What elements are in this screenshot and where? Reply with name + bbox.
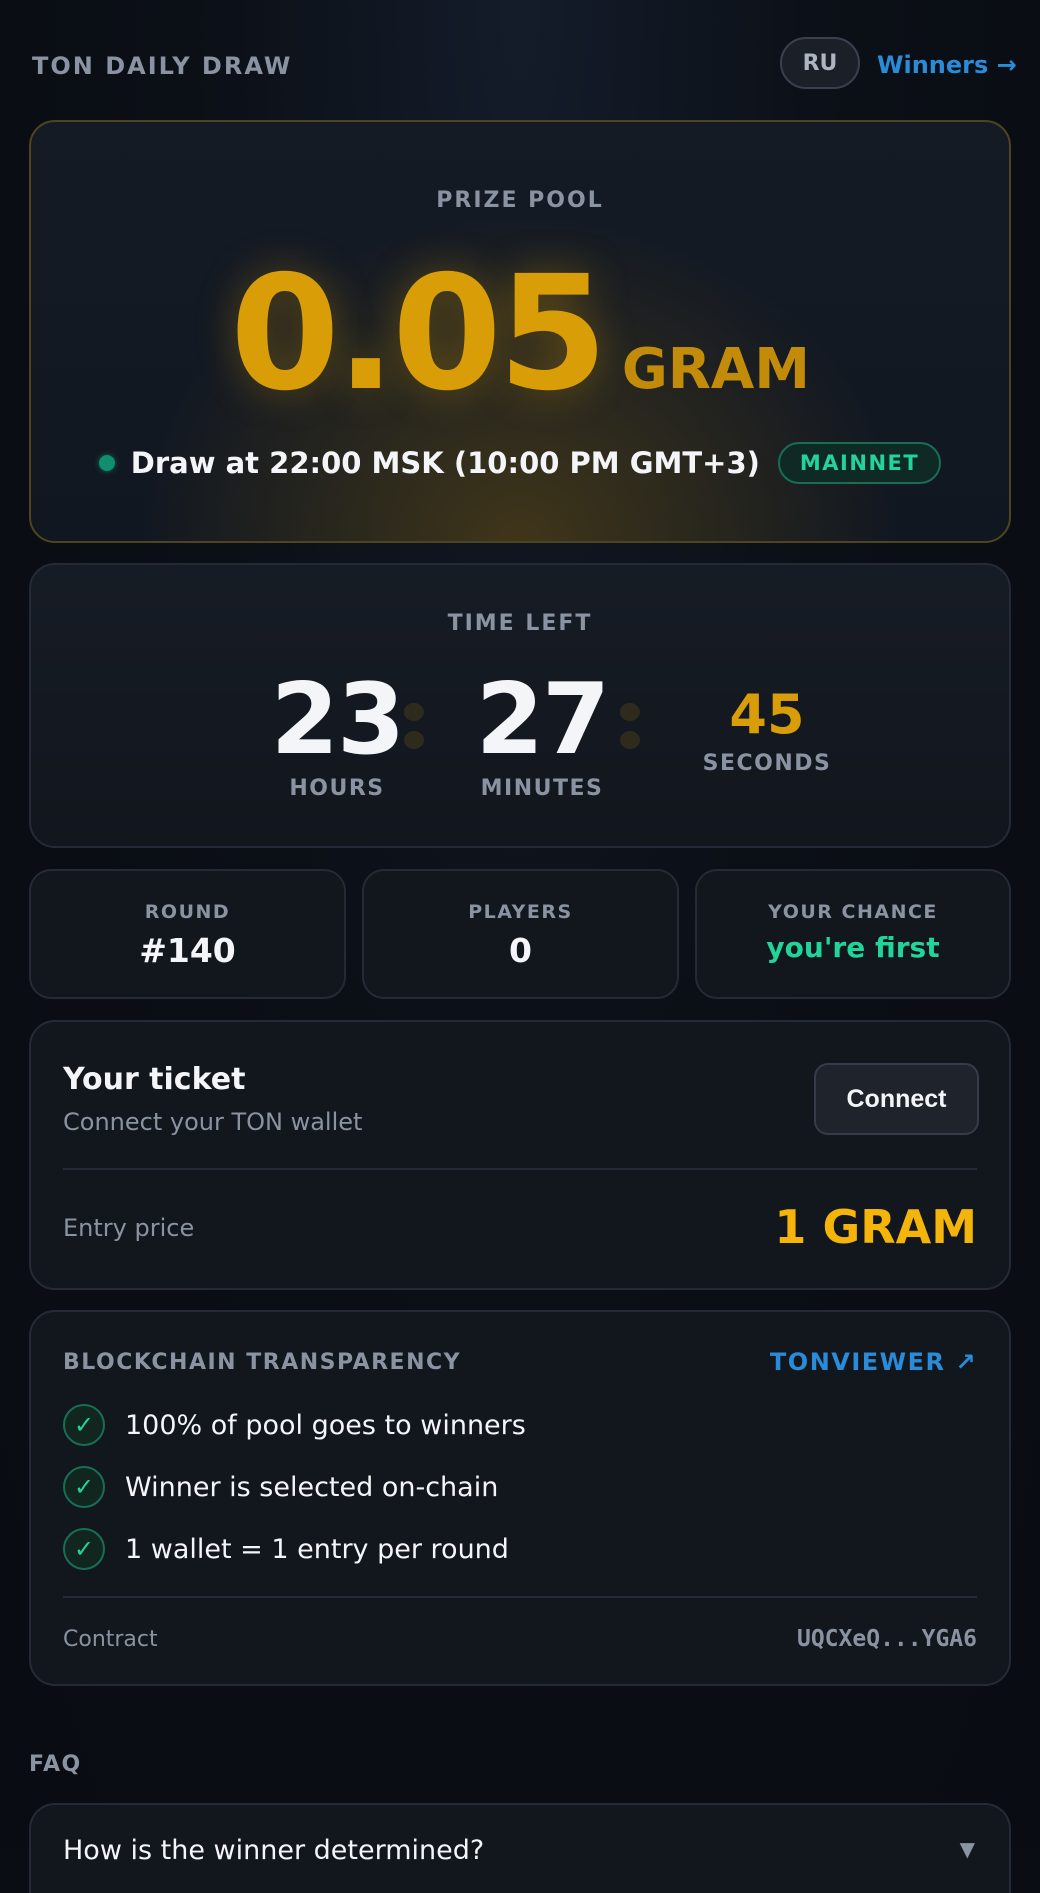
time-separator bbox=[620, 703, 640, 759]
players-value: 0 bbox=[509, 931, 532, 970]
round-value: #140 bbox=[139, 931, 236, 970]
minutes-label: MINUTES bbox=[480, 776, 604, 801]
players-label: PLAYERS bbox=[468, 901, 573, 923]
chance-label: YOUR CHANCE bbox=[768, 901, 938, 923]
app-title: TON DAILY DRAW bbox=[32, 52, 293, 80]
faq-item[interactable]: How is the winner determined? ▼ bbox=[29, 1803, 1011, 1893]
round-label: ROUND bbox=[144, 901, 231, 923]
feature-text: 100% of pool goes to winners bbox=[125, 1409, 526, 1441]
check-icon: ✓ bbox=[63, 1528, 105, 1570]
entry-price-label: Entry price bbox=[63, 1214, 195, 1242]
tonviewer-link[interactable]: TONVIEWER ↗ bbox=[770, 1348, 977, 1376]
countdown-seconds: 45 SECONDS bbox=[667, 683, 867, 777]
ticket-title: Your ticket bbox=[63, 1062, 246, 1097]
prize-amount-value: 0.05 bbox=[230, 242, 608, 426]
seconds-label: SECONDS bbox=[702, 751, 832, 776]
network-badge: MAINNET bbox=[777, 442, 942, 484]
list-item: ✓ 100% of pool goes to winners bbox=[63, 1404, 526, 1446]
list-item: ✓ 1 wallet = 1 entry per round bbox=[63, 1528, 509, 1570]
check-icon: ✓ bbox=[63, 1466, 105, 1508]
ticket-card: Your ticket Connect your TON wallet Conn… bbox=[29, 1020, 1011, 1290]
prize-amount-unit: GRAM bbox=[621, 337, 810, 402]
transparency-card: BLOCKCHAIN TRANSPARENCY TONVIEWER ↗ ✓ 10… bbox=[29, 1310, 1011, 1686]
chevron-down-icon: ▼ bbox=[959, 1837, 975, 1861]
prize-amount: 0.05 GRAM bbox=[31, 242, 1009, 426]
divider bbox=[63, 1168, 977, 1170]
divider bbox=[63, 1596, 977, 1598]
draw-time-text: Draw at 22:00 MSK (10:00 PM GMT+3) bbox=[130, 446, 760, 480]
time-separator bbox=[404, 703, 424, 759]
feature-text: Winner is selected on-chain bbox=[125, 1471, 499, 1503]
status-dot-icon bbox=[98, 455, 115, 471]
prize-pool-label: PRIZE POOL bbox=[436, 188, 604, 213]
list-item: ✓ Winner is selected on-chain bbox=[63, 1466, 498, 1508]
round-stat: ROUND #140 bbox=[29, 869, 346, 999]
contract-label: Contract bbox=[63, 1627, 158, 1652]
transparency-title: BLOCKCHAIN TRANSPARENCY bbox=[63, 1350, 462, 1375]
draw-info-row: Draw at 22:00 MSK (10:00 PM GMT+3) MAINN… bbox=[31, 442, 1009, 484]
chance-value: you're first bbox=[766, 931, 940, 964]
feature-text: 1 wallet = 1 entry per round bbox=[125, 1533, 509, 1565]
contract-address[interactable]: UQCXeQ...YGA6 bbox=[797, 1626, 977, 1652]
faq-question: How is the winner determined? bbox=[63, 1835, 485, 1866]
header: TON DAILY DRAW RU Winners → bbox=[0, 0, 1040, 120]
ticket-subtitle: Connect your TON wallet bbox=[63, 1108, 363, 1136]
prize-pool-card: PRIZE POOL 0.05 GRAM Draw at 22:00 MSK (1… bbox=[29, 120, 1011, 543]
check-icon: ✓ bbox=[63, 1404, 105, 1446]
chance-stat: YOUR CHANCE you're first bbox=[695, 869, 1011, 999]
countdown-card: TIME LEFT 23 HOURS 27 MINUTES 45 SECONDS bbox=[29, 563, 1011, 848]
language-toggle-button[interactable]: RU bbox=[780, 37, 860, 89]
connect-wallet-button[interactable]: Connect bbox=[814, 1063, 979, 1135]
winners-link[interactable]: Winners → bbox=[877, 51, 1017, 79]
players-stat: PLAYERS 0 bbox=[362, 869, 679, 999]
faq-title: FAQ bbox=[29, 1752, 82, 1777]
hours-label: HOURS bbox=[289, 776, 385, 801]
entry-price-value: 1 GRAM bbox=[774, 1200, 977, 1254]
countdown-minutes: 27 MINUTES bbox=[442, 670, 642, 801]
seconds-value: 45 bbox=[729, 683, 805, 746]
time-left-label: TIME LEFT bbox=[447, 611, 593, 636]
minutes-value: 27 bbox=[475, 663, 610, 777]
